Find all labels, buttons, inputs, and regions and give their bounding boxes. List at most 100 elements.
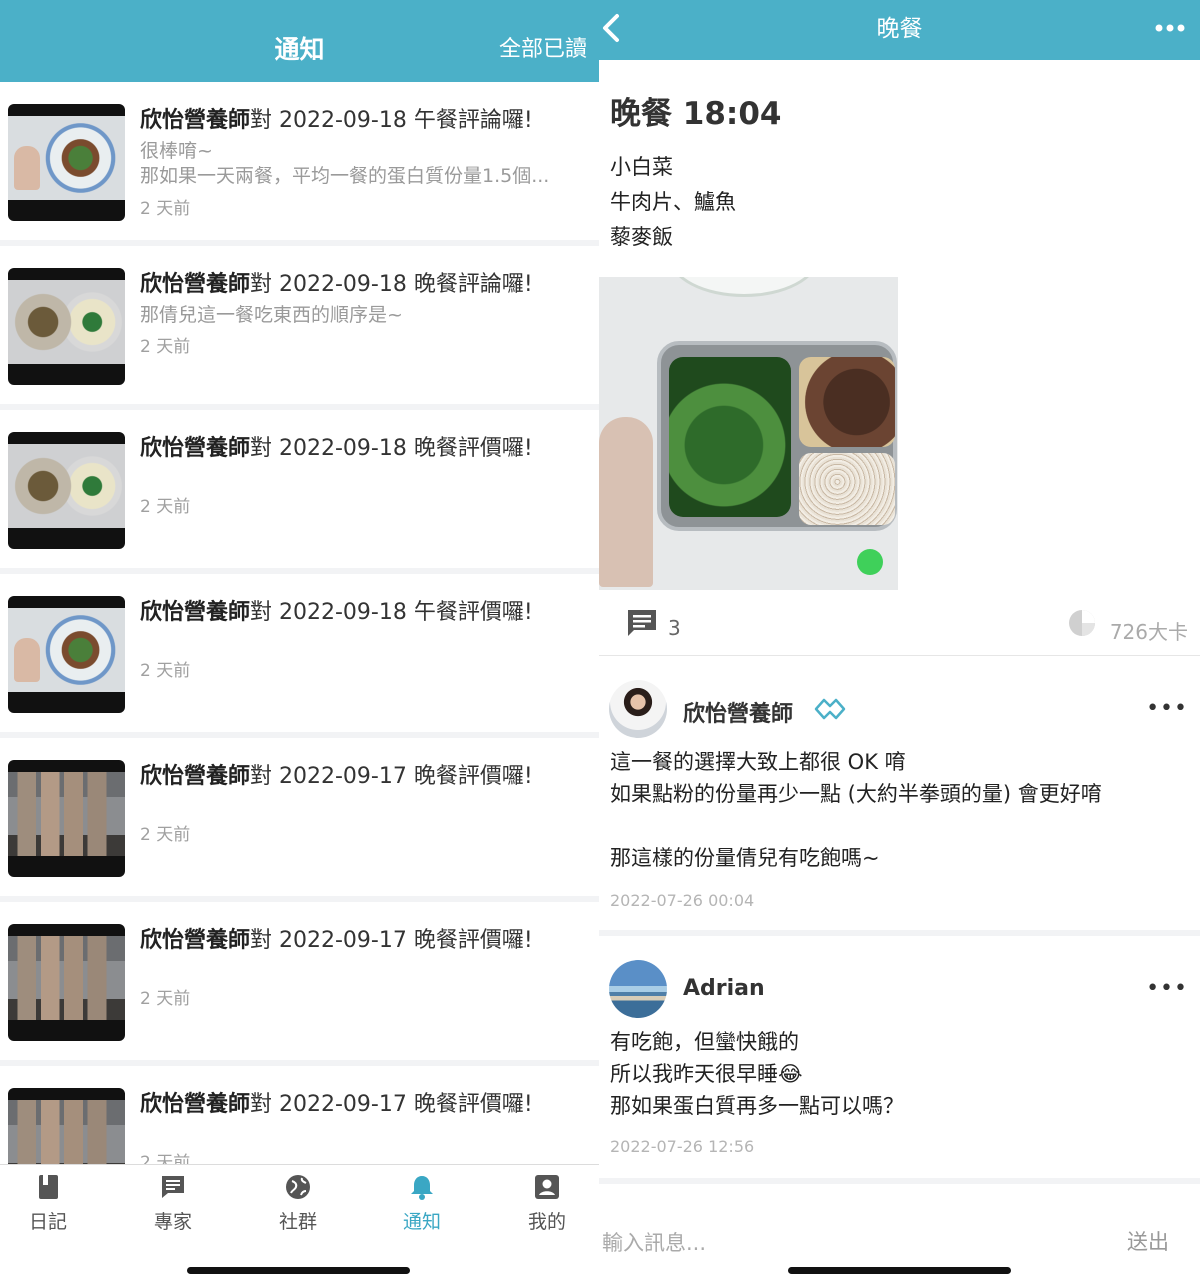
status-dot: [857, 549, 883, 575]
meal-stats: 3 726大卡: [599, 600, 1200, 656]
notification-item[interactable]: 欣怡營養師對 2022-09-18 午餐評價囉! 2 天前: [0, 574, 599, 738]
notification-item[interactable]: 欣怡營養師對 2022-09-17 晚餐評價囉! 2 天前: [0, 738, 599, 902]
tab-experts[interactable]: 專家: [113, 1165, 233, 1245]
notification-time: 2 天前: [140, 825, 191, 845]
notification-title: 欣怡營養師對 2022-09-18 午餐評論囉!: [140, 102, 589, 134]
notification-subject: 對 2022-09-17 晚餐評價囉!: [250, 928, 533, 953]
notification-item[interactable]: 欣怡營養師對 2022-09-18 晚餐評價囉! 2 天前: [0, 410, 599, 574]
meal-detail-screen: 晚餐 晚餐 18:04 小白菜 牛肉片、鱸魚 藜麥飯 3 726大卡 欣怡營養師…: [599, 0, 1200, 1286]
notification-time: 2 天前: [140, 989, 191, 1009]
meal-photo[interactable]: [599, 277, 898, 590]
mark-all-read-button[interactable]: 全部已讀: [499, 0, 587, 82]
tab-profile[interactable]: 我的: [487, 1165, 599, 1245]
comment-line: 那這樣的份量倩兒有吃飽嗎~: [610, 846, 880, 870]
comment-item: Adrian ••• 有吃飽，但蠻快餓的 所以我昨天很早睡😂 那如果蛋白質再多一…: [599, 936, 1200, 1184]
food-item: 牛肉片、鱸魚: [610, 190, 736, 214]
notification-preview: 很棒唷~ 那如果一天兩餐，平均一餐的蛋白質份量1.5個...: [140, 139, 585, 189]
comment-more-icon[interactable]: •••: [1146, 696, 1188, 721]
notifications-screen: 通知 全部已讀 欣怡營養師對 2022-09-18 午餐評論囉! 很棒唷~ 那如…: [0, 0, 599, 1286]
notification-time: 2 天前: [140, 199, 191, 219]
notification-author: 欣怡營養師: [140, 272, 251, 297]
tab-label: 社群: [278, 1211, 317, 1233]
comment-line: 如果點粉的份量再少一點 (大約半拳頭的量) 會更好唷: [610, 782, 1102, 806]
notification-time: 2 天前: [140, 661, 191, 681]
tab-label: 我的: [527, 1211, 566, 1233]
notification-item[interactable]: 欣怡營養師對 2022-09-17 晚餐評價囉! 2 天前: [0, 902, 599, 1066]
notification-title: 欣怡營養師對 2022-09-18 晚餐評論囉!: [140, 266, 589, 298]
avatar[interactable]: [609, 960, 667, 1018]
book-icon: [39, 1175, 58, 1199]
comment-line: [610, 810, 1192, 842]
tab-notifications[interactable]: 通知: [362, 1165, 482, 1245]
calorie-pie-icon: [1069, 610, 1095, 636]
comment-line: 所以我昨天很早睡😂: [610, 1062, 803, 1086]
notification-subject: 對 2022-09-18 晚餐評論囉!: [250, 272, 533, 297]
tab-community[interactable]: 社群: [238, 1165, 358, 1245]
notification-preview: 那倩兒這一餐吃東西的順序是~: [140, 303, 585, 328]
notification-author: 欣怡營養師: [140, 928, 251, 953]
notification-subject: 對 2022-09-17 晚餐評價囉!: [250, 764, 533, 789]
more-options-icon[interactable]: [1154, 16, 1186, 40]
preview-line: 那如果一天兩餐，平均一餐的蛋白質份量1.5個...: [140, 165, 550, 187]
meal-thumbnail: [8, 432, 125, 549]
notification-author: 欣怡營養師: [140, 108, 251, 133]
notification-author: 欣怡營養師: [140, 436, 251, 461]
home-indicator: [788, 1267, 1011, 1274]
notification-title: 欣怡營養師對 2022-09-17 晚餐評價囉!: [140, 758, 589, 790]
meal-thumbnail: [8, 760, 125, 877]
preview-line: 那倩兒這一餐吃東西的順序是~: [140, 304, 403, 326]
notification-title: 欣怡營養師對 2022-09-17 晚餐評價囉!: [140, 1086, 589, 1118]
comment-text: 有吃飽，但蠻快餓的 所以我昨天很早睡😂 那如果蛋白質再多一點可以嗎？: [610, 1026, 1192, 1122]
comment-more-icon[interactable]: •••: [1146, 976, 1188, 1001]
comment-item: 欣怡營養師 ••• 這一餐的選擇大致上都很 OK 唷 如果點粉的份量再少一點 (…: [599, 660, 1200, 936]
send-button[interactable]: 送出: [1127, 1226, 1169, 1256]
notification-author: 欣怡營養師: [140, 1092, 251, 1117]
meal-food-list: 小白菜 牛肉片、鱸魚 藜麥飯: [610, 150, 736, 255]
verified-expert-badge-icon: [814, 698, 846, 720]
tab-label: 通知: [402, 1211, 441, 1233]
notification-subject: 對 2022-09-18 晚餐評價囉!: [250, 436, 533, 461]
notification-item[interactable]: 欣怡營養師對 2022-09-18 晚餐評論囉! 那倩兒這一餐吃東西的順序是~ …: [0, 246, 599, 410]
comment-line: 那如果蛋白質再多一點可以嗎？: [610, 1094, 904, 1118]
comment-date: 2022-07-26 12:56: [610, 1137, 755, 1156]
tab-label: 專家: [153, 1211, 192, 1233]
meal-header: 晚餐: [599, 0, 1200, 60]
notifications-header: 通知 全部已讀: [0, 0, 599, 82]
chat-icon: [162, 1176, 184, 1198]
comment-line: 這一餐的選擇大致上都很 OK 唷: [610, 750, 906, 774]
comment-author[interactable]: 欣怡營養師: [683, 696, 793, 728]
meal-thumbnail: [8, 104, 125, 221]
comment-date: 2022-07-26 00:04: [610, 891, 755, 910]
meal-title: 晚餐 18:04: [610, 96, 782, 132]
home-indicator: [187, 1267, 410, 1274]
comment-line: 有吃飽，但蠻快餓的: [610, 1030, 799, 1054]
notification-title: 欣怡營養師對 2022-09-18 午餐評價囉!: [140, 594, 589, 626]
meal-thumbnail: [8, 924, 125, 1041]
notification-author: 欣怡營養師: [140, 600, 251, 625]
tab-diary[interactable]: 日記: [0, 1165, 108, 1245]
globe-icon: [286, 1175, 310, 1199]
preview-line: 很棒唷~: [140, 140, 213, 162]
comment-author[interactable]: Adrian: [683, 976, 765, 1001]
notification-time: 2 天前: [140, 497, 191, 517]
meal-thumbnail: [8, 596, 125, 713]
notification-title: 欣怡營養師對 2022-09-17 晚餐評價囉!: [140, 922, 589, 954]
food-item: 小白菜: [610, 155, 673, 179]
avatar[interactable]: [609, 680, 667, 738]
comment-icon[interactable]: [626, 608, 658, 638]
comment-text: 這一餐的選擇大致上都很 OK 唷 如果點粉的份量再少一點 (大約半拳頭的量) 會…: [610, 746, 1192, 874]
notification-author: 欣怡營養師: [140, 764, 251, 789]
calorie-count: 726大卡: [1109, 620, 1188, 644]
notification-title: 欣怡營養師對 2022-09-18 晚餐評價囉!: [140, 430, 589, 462]
notification-subject: 對 2022-09-17 晚餐評價囉!: [250, 1092, 533, 1117]
notification-list: 欣怡營養師對 2022-09-18 午餐評論囉! 很棒唷~ 那如果一天兩餐，平均…: [0, 82, 599, 1230]
notification-item[interactable]: 欣怡營養師對 2022-09-18 午餐評論囉! 很棒唷~ 那如果一天兩餐，平均…: [0, 82, 599, 246]
food-item: 藜麥飯: [610, 225, 673, 249]
message-input[interactable]: [602, 1226, 1022, 1260]
tab-label: 日記: [28, 1211, 67, 1233]
notification-time: 2 天前: [140, 337, 191, 357]
meal-thumbnail: [8, 268, 125, 385]
profile-icon: [535, 1175, 559, 1199]
bell-icon: [411, 1176, 433, 1200]
notification-subject: 對 2022-09-18 午餐評價囉!: [250, 600, 533, 625]
